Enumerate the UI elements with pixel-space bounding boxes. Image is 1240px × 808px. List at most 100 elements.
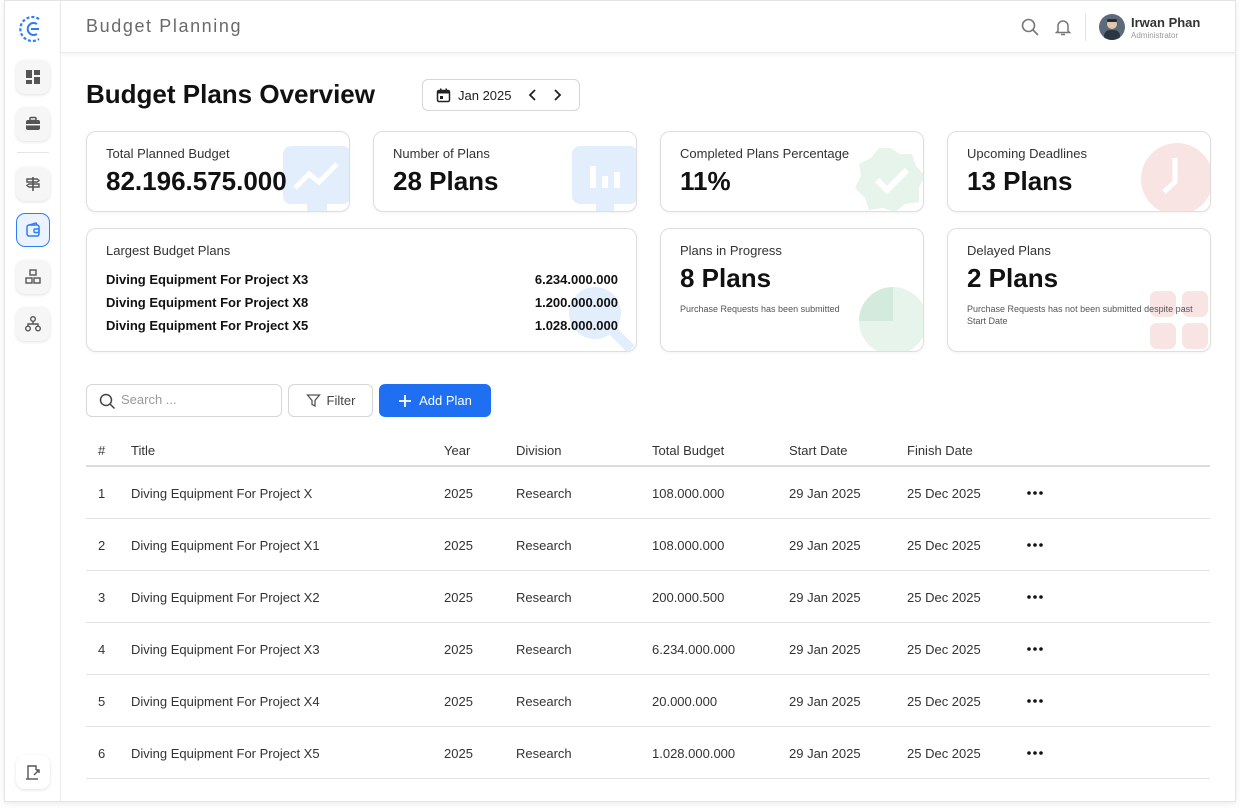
- row-title[interactable]: Diving Equipment For Project X2: [131, 590, 320, 605]
- sidebar-item-inventory[interactable]: [16, 260, 50, 294]
- card-label: Plans in Progress: [680, 243, 782, 258]
- sidebar-item-organization[interactable]: [16, 307, 50, 341]
- row-title[interactable]: Diving Equipment For Project X: [131, 486, 312, 501]
- card-total-budget: Total Planned Budget 82.196.575.000: [86, 131, 350, 212]
- largest-plan-name[interactable]: Diving Equipment For Project X5: [106, 318, 308, 333]
- table-row[interactable]: 6 Diving Equipment For Project X5 2025 R…: [86, 727, 1210, 779]
- row-year: 2025: [444, 538, 473, 553]
- row-title[interactable]: Diving Equipment For Project X1: [131, 538, 320, 553]
- pie-chart-icon: [859, 287, 923, 351]
- sidebar-item-dashboard[interactable]: [16, 60, 50, 94]
- row-title[interactable]: Diving Equipment For Project X4: [131, 694, 320, 709]
- row-start-date: 29 Jan 2025: [789, 486, 861, 501]
- row-budget: 200.000.500: [652, 590, 725, 605]
- table-row[interactable]: 2 Diving Equipment For Project X1 2025 R…: [86, 519, 1210, 571]
- sidebar-item-budget[interactable]: [16, 213, 50, 247]
- largest-plan-name[interactable]: Diving Equipment For Project X8: [106, 295, 308, 310]
- sidebar-item-roadmap[interactable]: [16, 167, 50, 201]
- largest-plan-name[interactable]: Diving Equipment For Project X3: [106, 272, 308, 287]
- row-title[interactable]: Diving Equipment For Project X3: [131, 642, 320, 657]
- more-options-icon[interactable]: [1026, 640, 1044, 658]
- more-options-icon[interactable]: [1026, 588, 1044, 606]
- row-year: 2025: [444, 746, 473, 761]
- row-year: 2025: [444, 590, 473, 605]
- trend-chart-icon: [283, 146, 349, 211]
- calendar-icon: [436, 88, 451, 102]
- table-row[interactable]: 3 Diving Equipment For Project X2 2025 R…: [86, 571, 1210, 623]
- card-label: Upcoming Deadlines: [967, 146, 1087, 161]
- row-number: 3: [98, 590, 106, 605]
- sidebar-item-projects[interactable]: [16, 107, 50, 141]
- row-number: 1: [98, 486, 106, 501]
- card-note: Purchase Requests has not been submitted…: [967, 304, 1193, 327]
- table-row[interactable]: 5 Diving Equipment For Project X4 2025 R…: [86, 675, 1210, 727]
- row-finish-date: 25 Dec 2025: [907, 694, 981, 709]
- column-header-title[interactable]: Title: [131, 443, 155, 458]
- add-plan-button[interactable]: Add Plan: [379, 384, 491, 417]
- card-number-of-plans: Number of Plans 28 Plans: [373, 131, 637, 212]
- row-title[interactable]: Diving Equipment For Project X5: [131, 746, 320, 761]
- filter-button[interactable]: Filter: [288, 384, 373, 417]
- chevron-left-icon[interactable]: [525, 87, 541, 103]
- column-header-finish-date[interactable]: Finish Date: [907, 443, 973, 458]
- chevron-right-icon[interactable]: [549, 87, 565, 103]
- row-finish-date: 25 Dec 2025: [907, 538, 981, 553]
- page-title: Budget Plans Overview: [86, 79, 375, 109]
- logo-icon[interactable]: [17, 13, 49, 45]
- search-input[interactable]: [121, 392, 271, 407]
- row-start-date: 29 Jan 2025: [789, 694, 861, 709]
- row-budget: 108.000.000: [652, 486, 725, 501]
- card-upcoming-deadlines: Upcoming Deadlines 13 Plans: [947, 131, 1211, 212]
- more-options-icon[interactable]: [1026, 744, 1044, 762]
- check-badge-icon: [855, 148, 923, 211]
- row-year: 2025: [444, 694, 473, 709]
- avatar[interactable]: [1099, 14, 1125, 40]
- top-header: Budget Planning Irwan Phan Administrator: [61, 1, 1235, 53]
- row-year: 2025: [444, 486, 473, 501]
- signpost-icon: [25, 177, 41, 191]
- period-picker[interactable]: Jan 2025: [422, 79, 580, 111]
- card-value: 11%: [680, 166, 731, 196]
- more-options-icon[interactable]: [1026, 536, 1044, 554]
- more-options-icon[interactable]: [1026, 484, 1044, 502]
- column-header-division[interactable]: Division: [516, 443, 562, 458]
- user-role: Administrator: [1131, 31, 1179, 40]
- row-budget: 20.000.000: [652, 694, 718, 709]
- search-box: [86, 384, 282, 417]
- row-division: Research: [516, 486, 572, 501]
- row-start-date: 29 Jan 2025: [789, 538, 861, 553]
- filter-icon: [305, 394, 321, 408]
- more-options-icon[interactable]: [1026, 692, 1044, 710]
- table-row[interactable]: 1 Diving Equipment For Project X 2025 Re…: [86, 467, 1210, 519]
- network-icon: [25, 316, 41, 332]
- column-header-budget[interactable]: Total Budget: [652, 443, 724, 458]
- header-divider: [1085, 13, 1086, 41]
- search-icon[interactable]: [1020, 17, 1040, 37]
- column-header-start-date[interactable]: Start Date: [789, 443, 848, 458]
- card-plans-in-progress: Plans in Progress 8 Plans Purchase Reque…: [660, 228, 924, 352]
- card-label: Delayed Plans: [967, 243, 1051, 258]
- column-header-year[interactable]: Year: [444, 443, 470, 458]
- user-name[interactable]: Irwan Phan: [1131, 15, 1200, 30]
- table-row[interactable]: 4 Diving Equipment For Project X3 2025 R…: [86, 623, 1210, 675]
- row-number: 4: [98, 642, 106, 657]
- card-delayed-plans: Delayed Plans 2 Plans Purchase Requests …: [947, 228, 1211, 352]
- largest-plan-value: 1.028.000.000: [534, 318, 618, 333]
- row-finish-date: 25 Dec 2025: [907, 642, 981, 657]
- row-finish-date: 25 Dec 2025: [907, 746, 981, 761]
- row-number: 2: [98, 538, 106, 553]
- row-division: Research: [516, 590, 572, 605]
- card-note: Purchase Requests has been submitted: [680, 304, 840, 314]
- row-budget: 108.000.000: [652, 538, 725, 553]
- card-value: 82.196.575.000: [106, 166, 287, 196]
- sidebar-item-logout[interactable]: [16, 755, 50, 789]
- bell-icon[interactable]: [1053, 17, 1073, 37]
- plus-icon: [399, 394, 412, 407]
- clock-icon: [1141, 143, 1210, 211]
- card-label: Number of Plans: [393, 146, 490, 161]
- filter-label: Filter: [326, 393, 356, 408]
- row-division: Research: [516, 642, 572, 657]
- add-plan-label: Add Plan: [419, 393, 472, 408]
- period-label: Jan 2025: [458, 87, 512, 103]
- row-division: Research: [516, 694, 572, 709]
